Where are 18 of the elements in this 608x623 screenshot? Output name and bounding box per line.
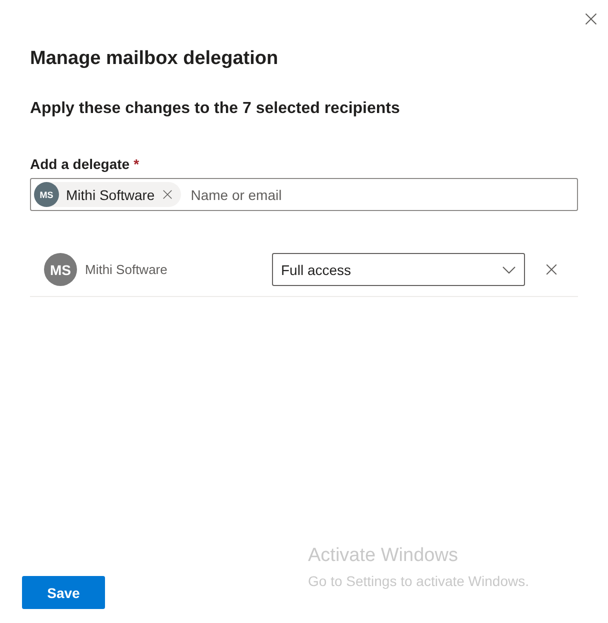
required-mark: * xyxy=(134,156,140,172)
dialog-title: Manage mailbox delegation xyxy=(30,48,280,70)
close-icon xyxy=(162,189,173,200)
save-button[interactable]: Save xyxy=(22,576,105,609)
avatar-initials: MS xyxy=(44,253,77,286)
close-icon xyxy=(545,263,558,276)
remove-chip-button[interactable] xyxy=(162,189,173,200)
dialog-subtitle: Apply these changes to the 7 selected recipients xyxy=(30,100,401,118)
permission-dropdown[interactable]: Full access xyxy=(272,253,525,286)
delegate-input-field[interactable]: MS Mithi Software Name or email xyxy=(30,178,578,211)
avatar-initials: MS xyxy=(34,182,59,207)
field-label: Add a delegate xyxy=(30,156,130,172)
delegate-name: Mithi Software xyxy=(85,262,168,277)
close-icon xyxy=(584,12,598,26)
person-chip[interactable]: MS Mithi Software xyxy=(34,182,181,207)
chip-name: Mithi Software xyxy=(66,186,155,202)
chevron-down-icon xyxy=(502,266,516,274)
remove-delegate-button[interactable] xyxy=(545,263,558,276)
